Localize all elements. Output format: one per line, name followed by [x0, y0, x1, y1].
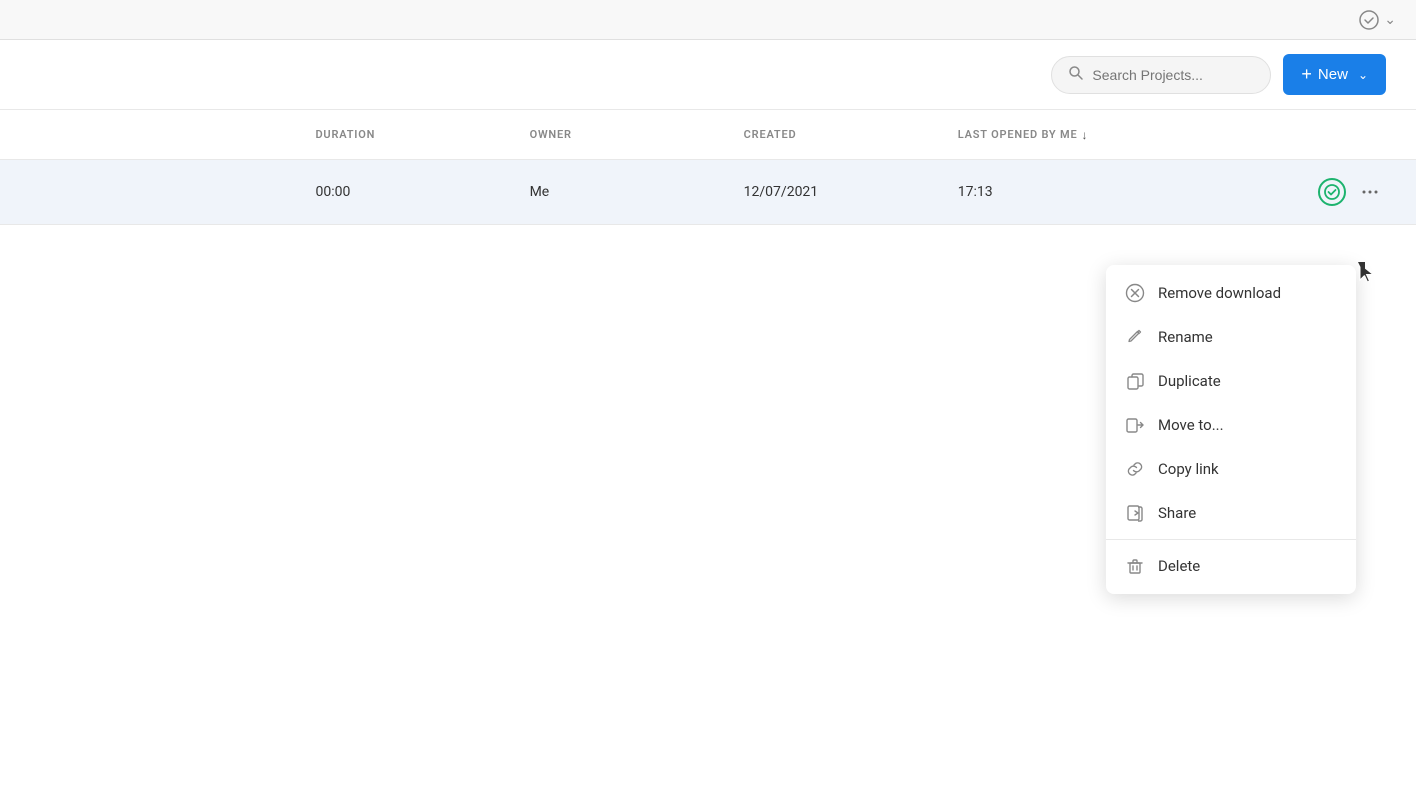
duplicate-icon: [1124, 370, 1146, 392]
share-icon: [1124, 502, 1146, 524]
menu-item-delete-label: Delete: [1158, 557, 1200, 575]
mouse-cursor: [1358, 262, 1374, 284]
col-header-last-opened[interactable]: LAST OPENED BY ME ↓: [958, 128, 1243, 142]
search-icon: [1068, 65, 1084, 85]
row-actions: [1243, 176, 1386, 208]
remove-download-icon: [1124, 282, 1146, 304]
projects-table: DURATION OWNER CREATED LAST OPENED BY ME…: [0, 110, 1416, 225]
menu-item-remove-download-label: Remove download: [1158, 284, 1281, 302]
delete-icon: [1124, 555, 1146, 577]
menu-item-share[interactable]: Share: [1106, 491, 1356, 535]
move-to-icon: [1124, 414, 1146, 436]
search-input[interactable]: [1092, 67, 1252, 83]
menu-item-duplicate[interactable]: Duplicate: [1106, 359, 1356, 403]
menu-item-move-to-label: Move to...: [1158, 416, 1224, 434]
more-options-button[interactable]: [1354, 176, 1386, 208]
cell-created: 12/07/2021: [744, 184, 958, 200]
context-menu: Remove download Rename Duplicate: [1106, 265, 1356, 594]
sort-arrow-icon: ↓: [1081, 128, 1088, 142]
menu-item-delete[interactable]: Delete: [1106, 544, 1356, 588]
menu-divider: [1106, 539, 1356, 540]
plus-icon: +: [1301, 64, 1312, 85]
menu-item-rename-label: Rename: [1158, 328, 1213, 346]
col-header-owner: OWNER: [530, 128, 744, 141]
new-button[interactable]: + New ⌄: [1283, 54, 1386, 95]
menu-item-copy-link[interactable]: Copy link: [1106, 447, 1356, 491]
cell-owner: Me: [530, 184, 744, 200]
menu-item-copy-link-label: Copy link: [1158, 460, 1219, 478]
menu-item-duplicate-label: Duplicate: [1158, 372, 1221, 390]
table-header: DURATION OWNER CREATED LAST OPENED BY ME…: [0, 110, 1416, 160]
col-header-created: CREATED: [744, 128, 958, 141]
copy-link-icon: [1124, 458, 1146, 480]
chevron-down-icon[interactable]: ⌄: [1384, 12, 1396, 28]
chevron-down-icon: ⌄: [1358, 68, 1368, 82]
menu-item-remove-download[interactable]: Remove download: [1106, 271, 1356, 315]
cell-last-opened: 17:13: [958, 184, 1243, 200]
menu-item-share-label: Share: [1158, 504, 1196, 522]
toolbar: + New ⌄: [0, 40, 1416, 110]
cell-duration: 00:00: [315, 184, 529, 200]
status-check-icon: [1358, 9, 1380, 31]
col-header-duration: DURATION: [315, 128, 529, 141]
new-button-label: New: [1318, 66, 1348, 83]
menu-item-rename[interactable]: Rename: [1106, 315, 1356, 359]
search-box[interactable]: [1051, 56, 1271, 94]
status-check: ⌄: [1358, 9, 1396, 31]
row-check-button[interactable]: [1318, 178, 1346, 206]
top-bar: ⌄: [0, 0, 1416, 40]
table-row: 00:00 Me 12/07/2021 17:13: [0, 160, 1416, 225]
rename-icon: [1124, 326, 1146, 348]
menu-item-move-to[interactable]: Move to...: [1106, 403, 1356, 447]
